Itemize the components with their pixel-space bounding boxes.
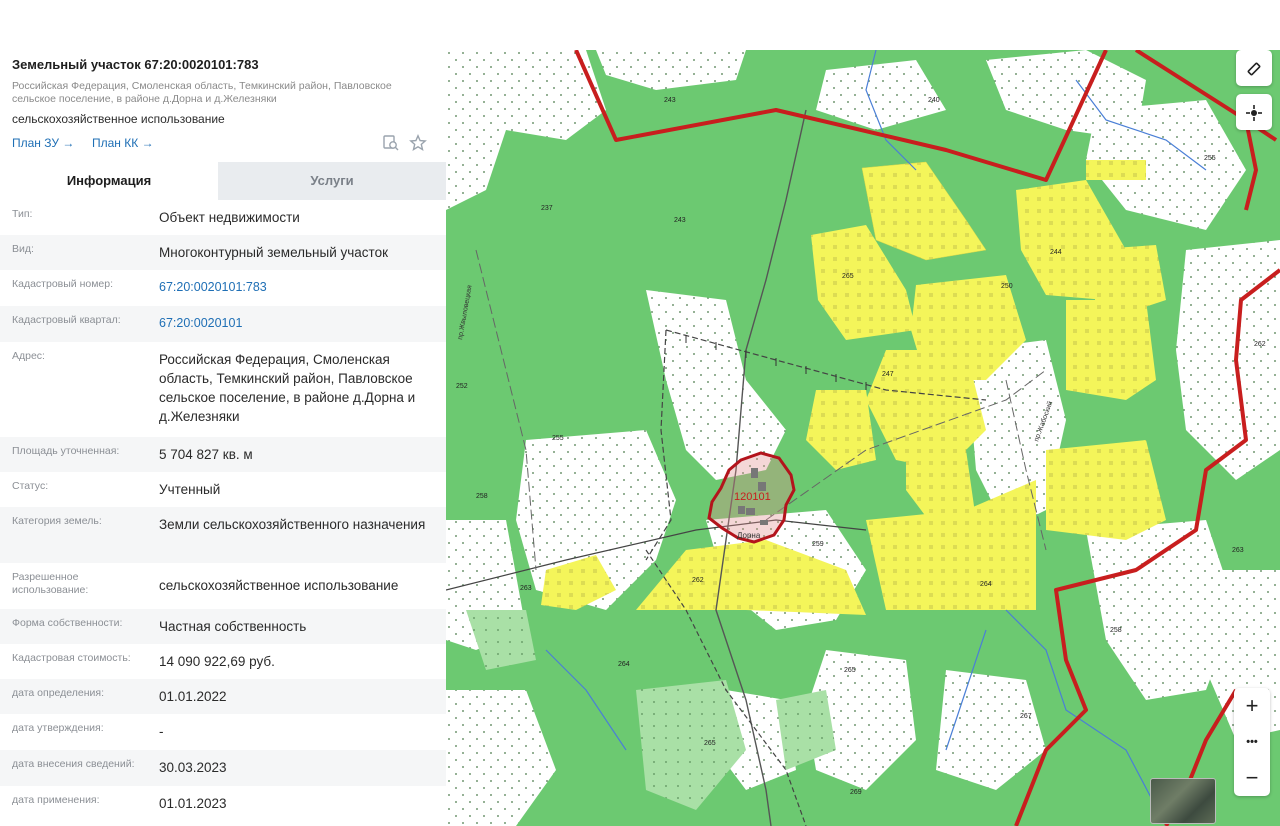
svg-text:265: 265 [842,273,854,280]
row-value: - [159,724,164,739]
row-label: Тип: [12,208,33,220]
svg-text:255: 255 [552,435,564,442]
row-value: сельскохозяйственное использование [159,578,399,593]
document-search-icon[interactable] [382,134,400,152]
row-value: 01.01.2023 [159,796,227,811]
village-label: Дорна [737,531,761,540]
row-value: 5 704 827 кв. м [159,447,253,462]
svg-text:252: 252 [456,383,468,390]
row-label: Площадь уточненная: [12,445,120,457]
svg-text:262: 262 [1254,341,1266,348]
row-label: Кадастровая стоимость: [12,652,131,664]
row-label: Форма собственности: [12,617,123,629]
map-canvas[interactable]: 120101 Дорна пр.Жвыловецкая пр.Жабоский … [446,50,1280,826]
star-icon[interactable] [409,134,427,152]
row-label: Адрес: [12,350,45,362]
tab-information[interactable]: Информация [0,162,218,200]
map-view[interactable]: 120101 Дорна пр.Жвыловецкая пр.Жабоский … [446,50,1280,826]
cadastral-quarter-link[interactable]: 67:20:0020101 [159,314,434,333]
row-label: Кадастровый квартал: [12,314,121,326]
row-label: Статус: [12,480,49,492]
svg-text:243: 243 [674,217,686,224]
plan-zu-link[interactable]: План ЗУ → [12,136,74,150]
row-label: Разрешенное использование: [12,571,89,596]
svg-text:264: 264 [618,661,630,668]
table-row: Вид: Многоконтурный земельный участок [0,235,446,270]
table-row: дата внесения сведений: 30.03.2023 [0,750,446,786]
address-subtitle: Российская Федерация, Смоленская область… [12,80,392,105]
row-label: Вид: [12,243,34,255]
table-row: Площадь уточненная: 5 704 827 кв. м [0,437,446,472]
svg-text:263: 263 [1232,547,1244,554]
svg-text:244: 244 [1050,249,1062,256]
info-table: Тип: Объект недвижимости Вид: Многоконту… [0,200,446,821]
svg-text:259: 259 [812,541,824,548]
svg-text:243: 243 [664,97,676,104]
row-value: Частная собственность [159,619,307,634]
table-row: Кадастровый номер: 67:20:0020101:783 [0,270,446,306]
table-row: дата применения: 01.01.2023 [0,786,446,821]
table-row: Категория земель: Земли сельскохозяйстве… [0,507,446,563]
quarter-label: 120101 [734,491,771,503]
table-row: Кадастровая стоимость: 14 090 922,69 руб… [0,644,446,679]
row-label: дата определения: [12,687,105,699]
svg-text:263: 263 [520,585,532,592]
more-button[interactable]: ••• [1234,724,1270,760]
plan-kk-link[interactable]: План КК → [92,136,154,150]
ruler-icon [1245,58,1263,78]
table-row: Кадастровый квартал: 67:20:0020101 [0,306,446,342]
svg-text:250: 250 [1001,283,1013,290]
svg-text:240: 240 [928,97,940,104]
locate-icon [1245,102,1263,122]
ruler-button[interactable] [1236,50,1272,86]
zoom-in-button[interactable]: + [1234,688,1270,724]
table-row: Тип: Объект недвижимости [0,200,446,235]
tab-bar: Информация Услуги [0,162,446,200]
table-row: Форма собственности: Частная собственнос… [0,609,446,644]
zoom-controls: + ••• − [1234,688,1270,796]
row-value: Российская Федерация, Смоленская область… [159,352,416,424]
row-value: 01.01.2022 [159,689,227,704]
usage-subtitle: сельскохозяйственное использование [12,112,225,126]
row-label: дата применения: [12,794,100,806]
row-value: Многоконтурный земельный участок [159,245,388,260]
svg-text:265: 265 [704,740,716,747]
svg-text:247: 247 [882,371,894,378]
table-row: Статус: Учтенный [0,472,446,507]
table-row: дата утверждения: - [0,714,446,750]
svg-text:258: 258 [1110,627,1122,634]
svg-text:265: 265 [844,667,856,674]
row-label: дата утверждения: [12,722,104,734]
row-label: Категория земель: [12,515,102,527]
row-label: Кадастровый номер: [12,278,114,290]
svg-text:262: 262 [692,577,704,584]
svg-text:264: 264 [980,581,992,588]
cadastral-number-link[interactable]: 67:20:0020101:783 [159,278,434,297]
table-row: Разрешенное использование: сельскохозяйс… [0,563,446,609]
svg-text:255: 255 [1204,155,1216,162]
row-value: Земли сельскохозяйственного назначения [159,517,426,532]
table-row: Адрес: Российская Федерация, Смоленская … [0,342,446,437]
zoom-out-button[interactable]: − [1234,760,1270,796]
row-value: Объект недвижимости [159,210,300,225]
tab-services[interactable]: Услуги [218,162,446,200]
svg-text:269: 269 [850,789,862,796]
svg-text:237: 237 [541,205,553,212]
row-label: дата внесения сведений: [12,758,135,770]
row-value: 30.03.2023 [159,760,227,775]
locate-button[interactable] [1236,94,1272,130]
info-panel: Земельный участок 67:20:0020101:783 Росс… [0,50,446,826]
svg-text:258: 258 [476,493,488,500]
row-value: Учтенный [159,482,221,497]
satellite-layer-thumbnail[interactable] [1150,778,1216,824]
svg-text:267: 267 [1020,713,1032,720]
table-row: дата определения: 01.01.2022 [0,679,446,714]
page-title: Земельный участок 67:20:0020101:783 [12,57,259,72]
row-value: 14 090 922,69 руб. [159,654,275,669]
